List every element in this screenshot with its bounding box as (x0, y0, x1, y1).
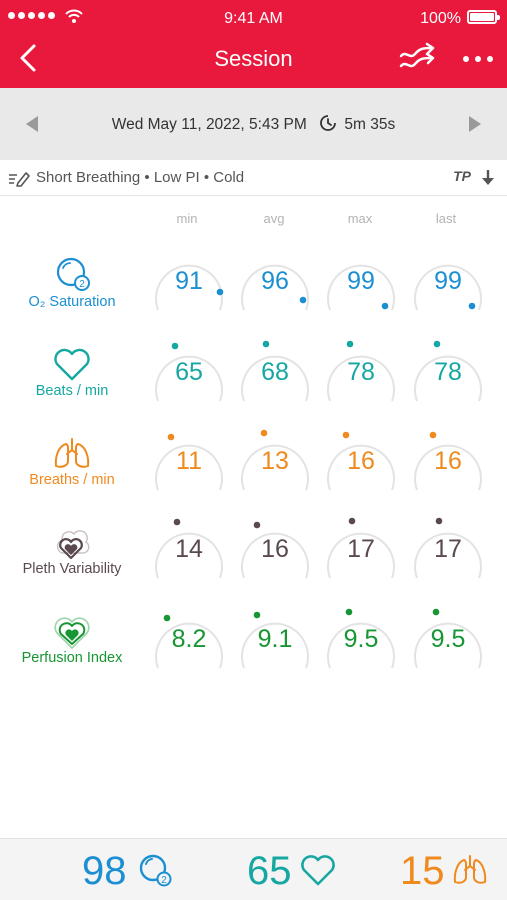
dial-pi-min[interactable]: 8.2 (150, 606, 228, 682)
dial-pi-avg[interactable]: 9.1 (236, 606, 314, 682)
dial-value: 16 (261, 535, 289, 563)
dial-value: 14 (175, 535, 203, 563)
dial-value: 8.2 (171, 625, 207, 653)
dial-value: 99 (347, 267, 375, 295)
dial-resp-min[interactable]: 11 (150, 428, 228, 504)
dial-pvi-max[interactable]: 17 (322, 516, 400, 592)
dial-value: 11 (176, 447, 202, 475)
dial-value: 65 (175, 358, 203, 386)
column-header-last: last (435, 211, 457, 226)
dial-value: 9.5 (430, 625, 466, 653)
battery-icon (467, 10, 500, 24)
dial-value: 78 (347, 358, 375, 386)
dial-value: 96 (261, 267, 289, 295)
dial-resp-last[interactable]: 16 (409, 428, 487, 504)
dial-pi-last[interactable]: 9.5 (409, 606, 487, 682)
o2-saturation-icon: 2 (139, 854, 172, 887)
dial-value: 91 (175, 267, 203, 295)
heart-icon (54, 348, 90, 381)
dial-pulse-min[interactable]: 65 (150, 339, 228, 415)
session-tags: Short Breathing • Low PI • Cold (36, 169, 245, 186)
perfusion-index-icon (54, 617, 90, 649)
metric-label-breaths: Breaths / min (29, 472, 115, 488)
live-pulse-value: 65 (247, 849, 292, 893)
metric-label-o2-saturation: O₂ Saturation (28, 294, 116, 310)
dial-value: 78 (434, 358, 462, 386)
dial-pulse-last[interactable]: 78 (409, 339, 487, 415)
svg-text:2: 2 (161, 875, 167, 886)
dial-o2-max[interactable]: 99 (322, 248, 400, 324)
dial-value: 99 (434, 267, 462, 295)
download-arrow-icon[interactable] (481, 169, 495, 187)
dial-value: 16 (434, 447, 462, 475)
dial-resp-max[interactable]: 16 (322, 428, 400, 504)
live-resp-value: 15 (400, 849, 445, 893)
column-header-max: max (347, 211, 373, 226)
dial-value: 68 (261, 358, 289, 386)
battery-percent: 100% (420, 10, 461, 27)
dial-pvi-min[interactable]: 14 (150, 516, 228, 592)
duration-icon (320, 115, 336, 131)
next-session-icon[interactable] (463, 112, 487, 136)
svg-text:2: 2 (79, 279, 85, 290)
pleth-variability-icon (56, 530, 90, 560)
top-bar: 9:41 AM 100% Session (0, 0, 507, 88)
dial-value: 9.1 (257, 625, 293, 653)
edit-notes-icon[interactable] (8, 169, 30, 187)
o2-saturation-icon: 2 (56, 257, 90, 291)
dial-value: 13 (261, 447, 289, 475)
session-duration: 5m 35s (344, 116, 396, 133)
live-readings-bar: 98 2 65 15 (0, 838, 507, 900)
dial-pvi-last[interactable]: 17 (409, 516, 487, 592)
lungs-icon (453, 855, 487, 884)
session-date-bar: Wed May 11, 2022, 5:43 PM 5m 35s (0, 88, 507, 160)
dial-o2-avg[interactable]: 96 (236, 248, 314, 324)
dial-value: 9.5 (343, 625, 379, 653)
dial-pulse-max[interactable]: 78 (322, 339, 400, 415)
metric-label-perfusion-index: Perfusion Index (21, 650, 123, 666)
dial-value: 16 (347, 447, 375, 475)
metric-label-pleth-variability: Pleth Variability (22, 561, 122, 577)
column-header-avg: avg (263, 211, 285, 226)
session-date: Wed May 11, 2022, 5:43 PM (111, 116, 307, 133)
dial-pi-max[interactable]: 9.5 (322, 606, 400, 682)
session-datetime: Wed May 11, 2022, 5:43 PM 5m 35s (0, 114, 507, 134)
metric-label-beats: Beats / min (35, 383, 109, 399)
heart-icon (301, 855, 335, 886)
column-header-min: min (176, 211, 198, 226)
more-options-icon[interactable] (456, 42, 500, 76)
lungs-icon (54, 438, 90, 468)
trend-icon[interactable] (398, 42, 438, 76)
dial-value: 17 (434, 535, 462, 563)
session-notes-bar[interactable]: Short Breathing • Low PI • Cold TP (0, 160, 507, 196)
status-bar: 9:41 AM 100% (0, 0, 507, 34)
dial-o2-min[interactable]: 91 (150, 248, 228, 324)
dial-o2-last[interactable]: 99 (409, 248, 487, 324)
tp-label[interactable]: TP (453, 168, 471, 184)
dial-value: 17 (347, 535, 375, 563)
live-spo2-value: 98 (82, 849, 127, 893)
dial-resp-avg[interactable]: 13 (236, 428, 314, 504)
dial-pulse-avg[interactable]: 68 (236, 339, 314, 415)
dial-pvi-avg[interactable]: 16 (236, 516, 314, 592)
